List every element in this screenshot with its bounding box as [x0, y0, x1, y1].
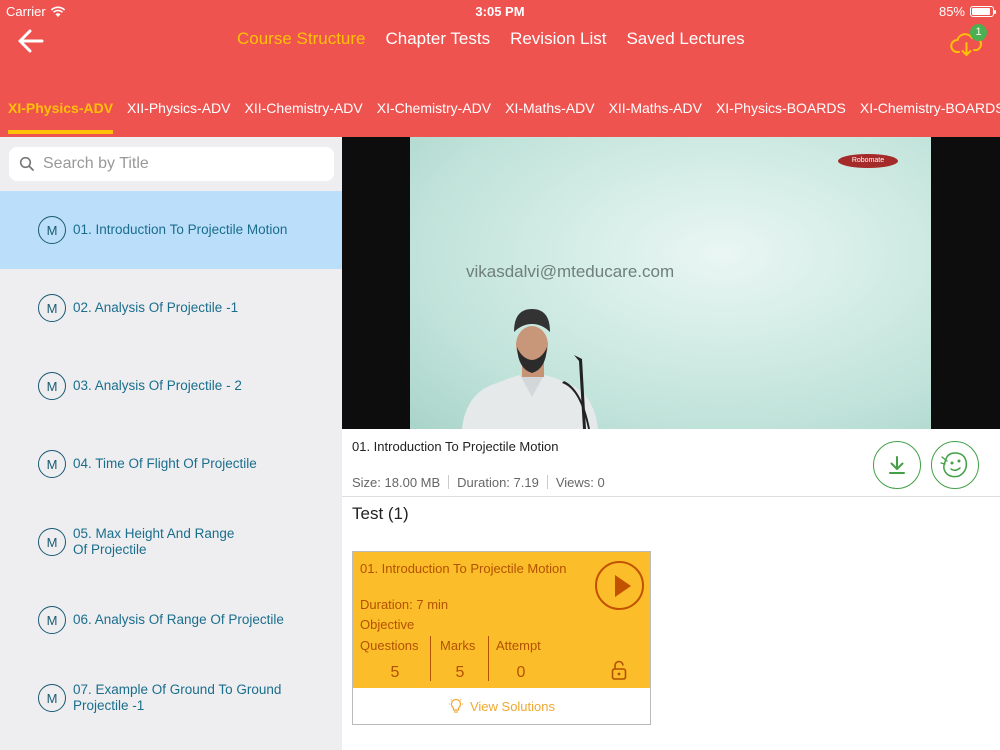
- lecture-title: 06. Analysis Of Range Of Projectile: [73, 612, 284, 627]
- back-button[interactable]: [16, 26, 52, 56]
- view-solutions-button[interactable]: View Solutions: [353, 688, 650, 724]
- subject-tab-xi-maths-adv[interactable]: XI-Maths-ADV: [505, 100, 594, 116]
- lecture-type-icon: M: [38, 216, 66, 244]
- tab-chapter-tests[interactable]: Chapter Tests: [386, 29, 491, 49]
- lecture-sidebar: M 01. Introduction To Projectile Motion …: [0, 137, 342, 750]
- doubt-button[interactable]: [931, 441, 979, 489]
- stat-divider: [430, 636, 431, 681]
- questions-value: 5: [390, 664, 400, 681]
- test-card: 01. Introduction To Projectile Motion Du…: [352, 551, 651, 725]
- lecture-list: M 01. Introduction To Projectile Motion …: [0, 191, 342, 737]
- lecture-type-icon: M: [38, 450, 66, 478]
- questions-stat: Questions 5: [360, 638, 430, 682]
- duration: Duration: 7.19: [457, 475, 539, 490]
- lecture-title: 05. Max Height And Range Of Projectile: [73, 526, 235, 557]
- tab-revision-list[interactable]: Revision List: [510, 29, 606, 49]
- nav-bar: Course Structure Chapter Tests Revision …: [0, 22, 1000, 80]
- lecture-type-icon: M: [38, 372, 66, 400]
- subject-tab-xii-chemistry-adv[interactable]: XII-Chemistry-ADV: [245, 100, 363, 116]
- back-arrow-icon: [18, 29, 44, 53]
- download-count-badge: 1: [970, 24, 987, 41]
- main-tabs: Course Structure Chapter Tests Revision …: [237, 29, 745, 49]
- subject-tab-xii-maths-adv[interactable]: XII-Maths-ADV: [609, 100, 702, 116]
- lecture-item[interactable]: M 01. Introduction To Projectile Motion: [0, 191, 342, 269]
- lecture-title: 02. Analysis Of Projectile -1: [73, 300, 239, 315]
- lecturer-figure: [462, 309, 598, 429]
- battery-info: 85%: [938, 4, 996, 19]
- search-input[interactable]: [43, 155, 323, 173]
- status-bar: Carrier 3:05 PM 85%: [0, 0, 1000, 22]
- video-watermark: vikasdalvi@mteducare.com: [466, 262, 675, 281]
- test-section-header: Test (1): [352, 504, 409, 523]
- lecture-type-icon: M: [38, 294, 66, 322]
- lecture-meta: Size: 18.00 MB Duration: 7.19 Views: 0: [352, 475, 605, 490]
- subject-tab-xi-chemistry-adv[interactable]: XI-Chemistry-ADV: [377, 100, 491, 116]
- lecture-item[interactable]: M 06. Analysis Of Range Of Projectile: [0, 581, 342, 659]
- lecture-info-panel: 01. Introduction To Projectile Motion Si…: [342, 429, 1000, 497]
- lecture-title: 03. Analysis Of Projectile - 2: [73, 378, 242, 393]
- questions-label: Questions: [360, 638, 419, 653]
- lecture-item[interactable]: M 04. Time Of Flight Of Projectile: [0, 425, 342, 503]
- view-solutions-label: View Solutions: [469, 698, 556, 714]
- subject-tab-xii-physics-adv[interactable]: XII-Physics-ADV: [127, 100, 230, 116]
- download-icon: [889, 456, 905, 474]
- attempt-stat: Attempt 0: [496, 638, 546, 682]
- file-size: Size: 18.00 MB: [352, 475, 441, 490]
- test-duration: Duration: 7 min: [360, 597, 449, 612]
- lecture-item[interactable]: M 02. Analysis Of Projectile -1: [0, 269, 342, 347]
- subject-tabs: XI-Physics-ADV XII-Physics-ADV XII-Chemi…: [8, 100, 1000, 134]
- marks-value: 5: [455, 664, 465, 681]
- subject-tab-xi-physics-boards[interactable]: XI-Physics-BOARDS: [716, 100, 846, 116]
- search-icon: [19, 156, 34, 171]
- lecture-type-icon: M: [38, 528, 66, 556]
- ask-doubt-icon: [940, 452, 968, 478]
- battery-icon: [970, 6, 996, 17]
- start-test-play-button[interactable]: [595, 561, 644, 610]
- unlocked-icon: [611, 660, 627, 680]
- battery-percent: 85%: [938, 4, 965, 19]
- view-count: Views: 0: [555, 475, 605, 490]
- stat-divider: [488, 636, 489, 681]
- lecture-item[interactable]: M 07. Example Of Ground To Ground Projec…: [0, 659, 342, 737]
- lecture-type-icon: M: [38, 606, 66, 634]
- lightbulb-icon: [448, 698, 463, 713]
- attempt-label: Attempt: [496, 638, 541, 653]
- subject-tab-xi-physics-adv[interactable]: XI-Physics-ADV: [8, 100, 114, 134]
- video-frame: Robomate vikasdalvi@mteducare.com: [410, 137, 931, 429]
- marks-stat: Marks 5: [440, 638, 480, 682]
- tab-saved-lectures[interactable]: Saved Lectures: [626, 29, 744, 49]
- lecture-info-title: 01. Introduction To Projectile Motion: [352, 439, 559, 454]
- download-button[interactable]: [873, 441, 921, 489]
- test-card-body: 01. Introduction To Projectile Motion Du…: [353, 552, 650, 688]
- test-title: 01. Introduction To Projectile Motion: [360, 561, 567, 576]
- lecture-title: 07. Example Of Ground To Ground Projecti…: [73, 682, 282, 713]
- subject-tab-xi-chemistry-boards[interactable]: XI-Chemistry-BOARDS: [860, 100, 1000, 116]
- download-queue-button[interactable]: 1: [950, 24, 990, 58]
- lecture-title: 01. Introduction To Projectile Motion: [73, 222, 288, 237]
- lecture-type-icon: M: [38, 684, 66, 712]
- attempt-value: 0: [516, 664, 526, 681]
- test-type: Objective: [360, 617, 415, 632]
- video-brand-logo: Robomate: [838, 154, 898, 168]
- lecture-item[interactable]: M 05. Max Height And Range Of Projectile: [0, 503, 342, 581]
- clock: 3:05 PM: [475, 4, 525, 19]
- search-box[interactable]: [9, 147, 334, 181]
- video-player[interactable]: Robomate vikasdalvi@mteducare.com: [342, 137, 1000, 429]
- marks-label: Marks: [440, 638, 476, 653]
- subject-bar: XI-Physics-ADV XII-Physics-ADV XII-Chemi…: [0, 80, 1000, 137]
- lecture-title: 04. Time Of Flight Of Projectile: [73, 456, 257, 471]
- tab-course-structure[interactable]: Course Structure: [237, 29, 366, 49]
- lecture-item[interactable]: M 03. Analysis Of Projectile - 2: [0, 347, 342, 425]
